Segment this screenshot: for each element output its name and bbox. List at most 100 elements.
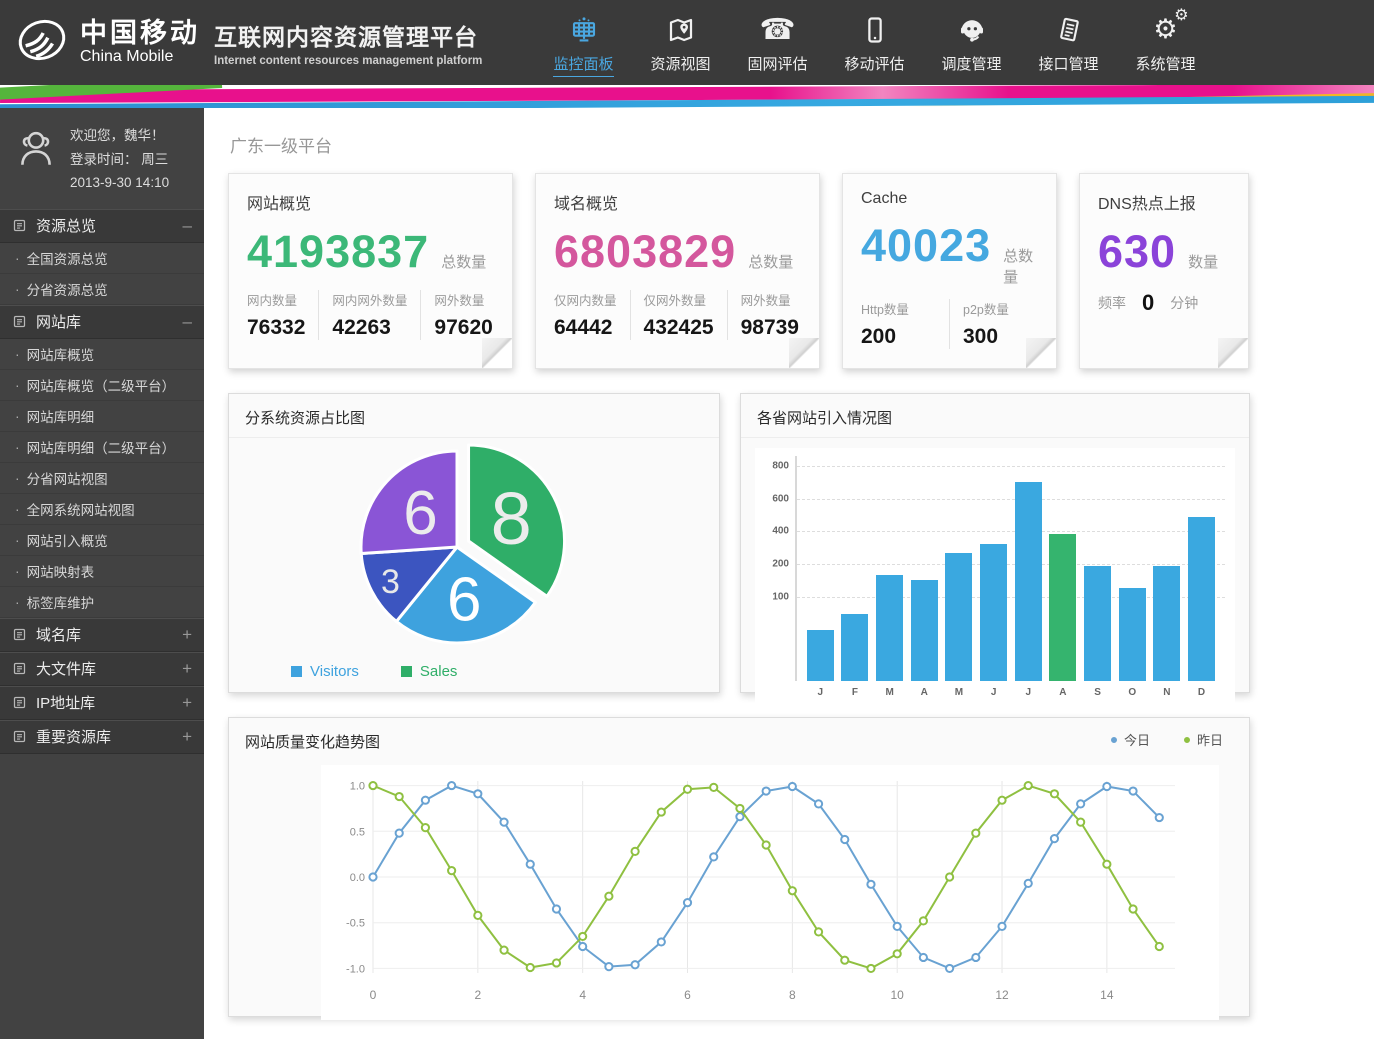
legend-item[interactable]: Visitors [291, 663, 359, 680]
sidebar-item[interactable]: ·网站库明细 [0, 401, 204, 432]
sidebar-item[interactable]: ·分省资源总览 [0, 274, 204, 305]
data-point[interactable] [841, 836, 848, 843]
collapse-icon[interactable]: – [183, 312, 192, 332]
data-point[interactable] [763, 787, 770, 794]
bar-S-8[interactable] [1084, 566, 1111, 681]
sidebar-item[interactable]: ·全国资源总览 [0, 243, 204, 274]
bar-A-3[interactable] [911, 580, 938, 681]
data-point[interactable] [605, 893, 612, 900]
sidebar-item[interactable]: ·网站引入概览 [0, 525, 204, 556]
data-point[interactable] [920, 954, 927, 961]
data-point[interactable] [631, 848, 638, 855]
data-point[interactable] [658, 808, 665, 815]
nav-item-map[interactable]: 资源视图 [632, 9, 729, 77]
data-point[interactable] [710, 784, 717, 791]
legend-item[interactable]: Sales [401, 663, 458, 680]
sidebar-item[interactable]: ·全网系统网站视图 [0, 494, 204, 525]
bar-O-9[interactable] [1119, 588, 1146, 681]
nav-item-operator[interactable]: 调度管理 [923, 9, 1020, 77]
data-point[interactable] [658, 938, 665, 945]
data-point[interactable] [422, 797, 429, 804]
legend-item[interactable]: 今日 [1111, 730, 1150, 749]
bar-D-11[interactable] [1188, 517, 1215, 681]
expand-icon[interactable]: + [182, 693, 192, 713]
data-point[interactable] [369, 782, 376, 789]
data-point[interactable] [789, 887, 796, 894]
data-point[interactable] [736, 805, 743, 812]
data-point[interactable] [553, 959, 560, 966]
legend-item[interactable]: 昨日 [1184, 730, 1223, 749]
sidebar-item[interactable]: ·标签库维护 [0, 587, 204, 618]
data-point[interactable] [448, 867, 455, 874]
data-point[interactable] [1156, 943, 1163, 950]
sidebar-item[interactable]: ·网站库概览（二级平台） [0, 370, 204, 401]
data-point[interactable] [894, 923, 901, 930]
data-point[interactable] [500, 947, 507, 954]
data-point[interactable] [684, 786, 691, 793]
data-point[interactable] [867, 965, 874, 972]
data-point[interactable] [736, 813, 743, 820]
sidebar-section-3[interactable]: 大文件库+ [0, 652, 204, 686]
data-point[interactable] [815, 928, 822, 935]
sidebar-item[interactable]: ·分省网站视图 [0, 463, 204, 494]
bar-F-1[interactable] [841, 614, 868, 682]
sidebar-section-5[interactable]: 重要资源库+ [0, 720, 204, 754]
data-point[interactable] [579, 943, 586, 950]
data-point[interactable] [998, 797, 1005, 804]
data-point[interactable] [710, 853, 717, 860]
data-point[interactable] [867, 881, 874, 888]
data-point[interactable] [1025, 782, 1032, 789]
data-point[interactable] [920, 917, 927, 924]
data-point[interactable] [972, 954, 979, 961]
bar-J-6[interactable] [1015, 482, 1042, 681]
bar-M-4[interactable] [945, 553, 972, 681]
nav-item-mobile[interactable]: 移动评估 [826, 9, 923, 77]
data-point[interactable] [553, 905, 560, 912]
data-point[interactable] [946, 965, 953, 972]
data-point[interactable] [1051, 790, 1058, 797]
bar-A-7[interactable] [1049, 534, 1076, 681]
data-point[interactable] [474, 790, 481, 797]
data-point[interactable] [1025, 880, 1032, 887]
sidebar-item[interactable]: ·网站库概览 [0, 339, 204, 370]
nav-item-gears[interactable]: ⚙⚙系统管理 [1117, 9, 1214, 77]
bar-N-10[interactable] [1153, 566, 1180, 681]
data-point[interactable] [684, 899, 691, 906]
data-point[interactable] [1051, 835, 1058, 842]
data-point[interactable] [841, 957, 848, 964]
data-point[interactable] [1103, 861, 1110, 868]
data-point[interactable] [605, 963, 612, 970]
expand-icon[interactable]: + [182, 727, 192, 747]
sidebar-section-4[interactable]: IP地址库+ [0, 686, 204, 720]
sidebar-section-0[interactable]: 资源总览– [0, 209, 204, 243]
data-point[interactable] [396, 830, 403, 837]
data-point[interactable] [422, 824, 429, 831]
data-point[interactable] [474, 912, 481, 919]
sidebar-section-1[interactable]: 网站库– [0, 305, 204, 339]
data-point[interactable] [946, 873, 953, 880]
sidebar-section-2[interactable]: 域名库+ [0, 618, 204, 652]
data-point[interactable] [527, 964, 534, 971]
nav-item-dashboard[interactable]: 监控面板 [535, 9, 632, 77]
data-point[interactable] [579, 933, 586, 940]
data-point[interactable] [631, 961, 638, 968]
data-point[interactable] [369, 873, 376, 880]
expand-icon[interactable]: + [182, 625, 192, 645]
data-point[interactable] [396, 793, 403, 800]
bar-J-5[interactable] [980, 544, 1007, 681]
data-point[interactable] [1156, 814, 1163, 821]
sidebar-item[interactable]: ·网站映射表 [0, 556, 204, 587]
data-point[interactable] [894, 950, 901, 957]
data-point[interactable] [815, 800, 822, 807]
data-point[interactable] [972, 830, 979, 837]
data-point[interactable] [500, 819, 507, 826]
data-point[interactable] [1103, 783, 1110, 790]
bar-J-0[interactable] [807, 630, 834, 681]
data-point[interactable] [1077, 819, 1084, 826]
collapse-icon[interactable]: – [183, 216, 192, 236]
nav-item-phone[interactable]: ☎固网评估 [729, 9, 826, 77]
data-point[interactable] [1129, 787, 1136, 794]
data-point[interactable] [789, 783, 796, 790]
data-point[interactable] [998, 923, 1005, 930]
sidebar-item[interactable]: ·网站库明细（二级平台） [0, 432, 204, 463]
